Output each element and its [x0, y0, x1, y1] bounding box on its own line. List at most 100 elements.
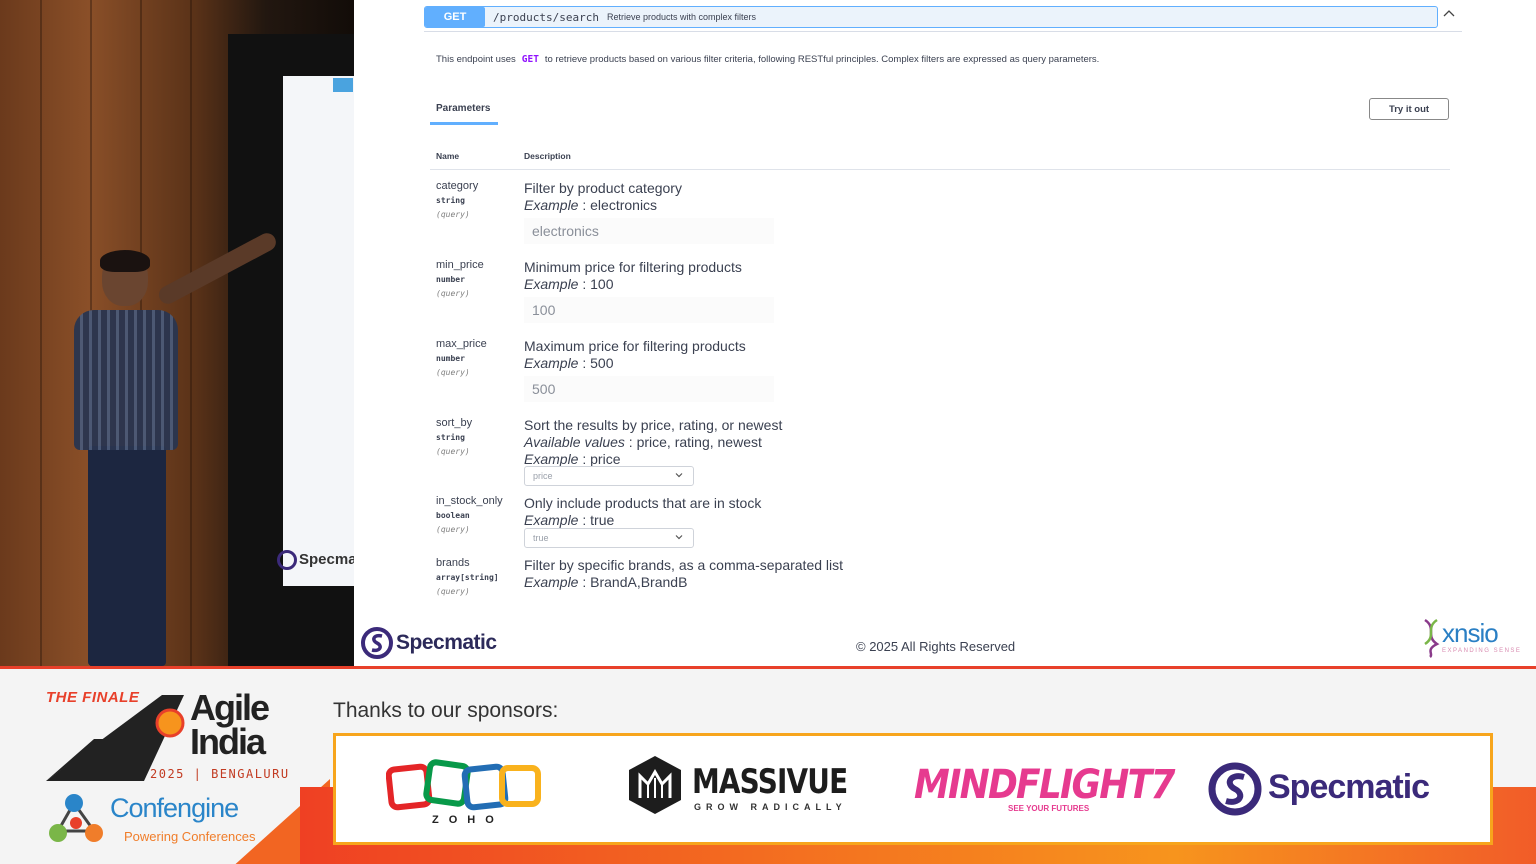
param-description: Sort the results by price, rating, or ne…	[524, 417, 782, 468]
max-price-input[interactable]	[524, 376, 774, 402]
chevron-down-icon	[675, 471, 683, 481]
xnsio-logo: xnsio EXPANDING SENSE	[1422, 618, 1520, 663]
tab-parameters[interactable]: Parameters	[436, 103, 490, 114]
param-location: (query)	[436, 587, 470, 596]
param-name: min_price	[436, 259, 484, 271]
param-example-label: Example	[524, 197, 579, 213]
param-name: category	[436, 180, 479, 192]
category-input[interactable]	[524, 218, 774, 244]
http-method-badge: GET	[425, 7, 485, 27]
zoho-rings-icon	[385, 759, 541, 811]
specmatic-logo-icon	[361, 627, 393, 659]
param-name: brands	[436, 557, 470, 569]
specmatic-sponsor-wordmark: Specmatic	[1268, 768, 1430, 806]
the-finale-label: THE FINALE	[46, 689, 140, 706]
param-example: Example : 100	[524, 276, 742, 293]
param-type: number	[436, 275, 465, 284]
specmatic-logo-icon	[1208, 762, 1262, 816]
param-example: Example : electronics	[524, 197, 682, 214]
try-it-out-button[interactable]: Try it out	[1369, 98, 1449, 120]
operation-divider	[424, 31, 1462, 32]
tab-parameters-underline	[430, 122, 498, 125]
massivue-logo: MASSIVUE GROW RADICALLY	[626, 754, 848, 824]
operation-description: This endpoint uses GET to retrieve product…	[436, 54, 1099, 65]
massivue-tagline: GROW RADICALLY	[694, 802, 847, 812]
massivue-wordmark: MASSIVUE	[692, 762, 848, 802]
param-example: Example : 500	[524, 355, 746, 372]
sponsor-banner: THE FINALE Agile India 2025 | BENGALURU …	[0, 666, 1536, 864]
video-frame: Specma GET /products/search Retrieve pro…	[0, 0, 1536, 864]
column-header-name: Name	[436, 151, 460, 161]
swagger-slide: GET /products/search Retrieve products w…	[354, 0, 1536, 666]
operation-path: /products/search	[493, 10, 599, 24]
table-header-divider	[430, 169, 1450, 170]
param-description: Filter by product category Example : ele…	[524, 180, 682, 214]
param-available-value: : price, rating, newest	[624, 434, 762, 450]
description-text-before: This endpoint uses	[436, 54, 516, 65]
param-type: array[string]	[436, 573, 499, 582]
operation-summary: Retrieve products with complex filters	[606, 12, 757, 22]
param-location: (query)	[436, 210, 470, 219]
speaker-shirt	[74, 310, 178, 450]
agile-word: Agile	[190, 687, 270, 728]
param-example-value: : 100	[578, 276, 614, 292]
india-word: India	[190, 721, 266, 762]
in-stock-only-select[interactable]: true	[524, 528, 694, 548]
xnsio-brand-text: xnsio	[1442, 618, 1499, 648]
mindflight7-tagline: SEE YOUR FUTURES	[1008, 804, 1090, 813]
param-example-value: : BrandA,BrandB	[578, 574, 688, 590]
param-example-label: Example	[524, 451, 579, 467]
chevron-down-icon	[675, 533, 683, 543]
wood-panel-line	[40, 0, 42, 666]
param-description-text: Only include products that are in stock	[524, 495, 762, 511]
param-example-label: Example	[524, 355, 579, 371]
sponsors-heading: Thanks to our sponsors:	[333, 699, 559, 722]
collapse-chevron-up-icon[interactable]	[1442, 8, 1456, 22]
specmatic-logo-icon	[277, 550, 297, 570]
projector-get-badge	[333, 78, 353, 92]
param-example: Example : BrandA,BrandB	[524, 574, 843, 591]
description-text-after: to retrieve products based on various fi…	[544, 54, 1100, 65]
slide-footer-brand: Specmatic	[360, 626, 497, 660]
param-description: Maximum price for filtering products Exa…	[524, 338, 746, 372]
speaker-legs	[88, 446, 166, 666]
param-description: Filter by specific brands, as a comma-se…	[524, 557, 843, 591]
param-description: Minimum price for filtering products Exa…	[524, 259, 742, 293]
agile-india-wordmark: Agile India	[190, 687, 270, 762]
min-price-input[interactable]	[524, 297, 774, 323]
confengine-tagline: Powering Conferences	[124, 829, 256, 844]
param-example-value: : price	[578, 451, 621, 467]
speaker-figure	[60, 230, 280, 666]
param-name: in_stock_only	[436, 495, 503, 507]
zoho-logo: ZOHO	[385, 758, 546, 838]
mindflight7-wordmark: MINDFLIGHT7	[914, 762, 1175, 808]
param-example-value: : electronics	[578, 197, 658, 213]
param-location: (query)	[436, 525, 470, 534]
confengine-network-icon	[49, 794, 103, 842]
sort-by-select[interactable]: price	[524, 466, 694, 486]
param-location: (query)	[436, 289, 470, 298]
projector-brand-text: Specma	[299, 550, 354, 568]
param-available-values: Available values : price, rating, newest	[524, 434, 782, 451]
param-name: max_price	[436, 338, 487, 350]
param-available-label: Available values	[524, 434, 625, 450]
param-description: Only include products that are in stock …	[524, 495, 761, 529]
specmatic-sponsor-logo: Specmatic	[1206, 760, 1456, 820]
param-description-text: Filter by specific brands, as a comma-se…	[524, 557, 844, 573]
param-description-text: Filter by product category	[524, 180, 682, 196]
wood-panel-line	[190, 0, 192, 666]
param-description-text: Sort the results by price, rating, or ne…	[524, 417, 783, 433]
param-name: sort_by	[436, 417, 473, 429]
operation-summary-bar[interactable]: GET /products/search Retrieve products w…	[424, 6, 1438, 28]
projector-screen: Specma	[277, 76, 354, 586]
sponsor-logos-box: ZOHO MASSIVUE GROW RADICALLY MINDFLIGHT7…	[333, 733, 1493, 845]
sort-by-selected-value: price	[533, 471, 553, 481]
zoho-wordmark: ZOHO	[432, 814, 504, 826]
param-example-label: Example	[524, 512, 579, 528]
param-location: (query)	[436, 368, 470, 377]
stage-camera-view: Specma	[0, 0, 354, 666]
param-type: string	[436, 433, 465, 442]
confengine-wordmark: Confengine	[110, 793, 239, 823]
param-example-value: : 500	[578, 355, 614, 371]
projector-brand: Specma	[277, 550, 354, 570]
